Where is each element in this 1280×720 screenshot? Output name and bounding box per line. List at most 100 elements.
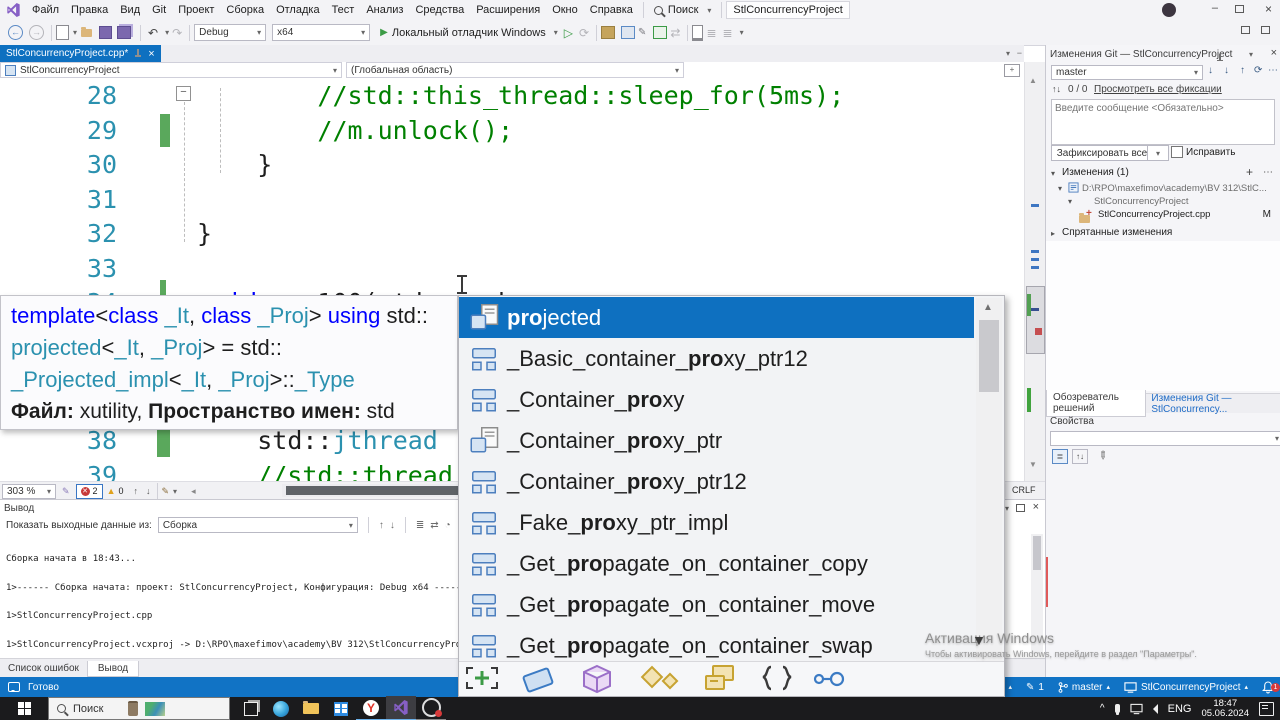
find-message-icon[interactable]: ↑ [379,520,384,531]
stage-all-icon[interactable]: + [1246,165,1253,179]
filter-icons[interactable] [459,662,879,695]
menu-file[interactable]: Файл [26,0,65,20]
network-icon[interactable] [1130,703,1143,715]
open-folder-icon[interactable] [81,26,93,37]
line-ending-indicator[interactable]: CRLF [1012,485,1036,495]
scrollbar-thumb[interactable] [979,320,999,392]
scroll-up-icon[interactable]: ▲ [983,302,993,313]
clock[interactable]: 18:47 05.06.2024 [1201,698,1249,719]
notifications-icon[interactable] [1261,26,1270,34]
close-tab-icon[interactable]: × [148,48,154,60]
find-next-icon[interactable]: ↓ [390,520,395,531]
taskbar-visual-studio[interactable] [386,696,416,720]
maximize-button[interactable] [1235,5,1244,13]
scroll-up-icon[interactable]: ▲ [1029,76,1037,85]
pin-icon[interactable] [1216,53,1224,63]
completion-item[interactable]: _Fake_proxy_ptr_impl [459,502,974,543]
menu-help[interactable]: Справка [584,0,639,20]
new-file-icon[interactable] [56,25,69,40]
menu-git[interactable]: Git [146,0,172,20]
volume-icon[interactable] [1152,703,1158,714]
navigate-back-button[interactable]: ← [8,25,23,40]
start-debugging-button[interactable]: ▶ Локальный отладчик Windows ▾ [380,27,558,39]
completion-item[interactable]: _Get_propagate_on_container_move [459,584,974,625]
commit-message-input[interactable] [1051,99,1275,145]
menu-build[interactable]: Сборка [220,0,270,20]
error-filter-button[interactable]: ✕ 2 [75,483,103,499]
undo-button[interactable]: ↶ [148,26,158,40]
chevron-down-icon[interactable]: ▾ [173,487,177,496]
step-over-icon[interactable]: ⇄ [670,26,680,40]
menu-project[interactable]: Проект [172,0,220,20]
close-button[interactable]: × [1265,2,1272,16]
task-view-button[interactable] [236,697,266,720]
more-actions-icon[interactable]: ⋯ [1268,65,1278,76]
expander-icon[interactable]: ▸ [1051,229,1055,238]
tab-output[interactable]: Вывод [86,660,140,677]
alphabetical-view-icon[interactable]: ↑↓ [1072,449,1088,464]
stash-section-header[interactable]: Спрятанные изменения [1062,227,1172,238]
minimize-button[interactable]: – [1212,2,1218,14]
taskbar-edge[interactable] [266,697,296,720]
commit-all-button[interactable]: Зафиксировать все [1051,145,1153,161]
menu-tools[interactable]: Средства [409,0,470,20]
scrollbar-thumb[interactable] [1026,286,1045,354]
completion-scrollbar[interactable]: ▲ [976,298,1002,661]
view-all-commits-link[interactable]: Просмотреть все фиксации [1094,84,1222,95]
redo-button[interactable]: ↷ [172,26,182,40]
completion-item[interactable]: _Container_proxy_ptr12 [459,461,974,502]
feedback-icon[interactable] [1241,26,1250,34]
hscroll-left-icon[interactable]: ◂ [191,486,196,497]
tab-overflow-icon[interactable]: ▾ [1006,49,1010,58]
commit-options-button[interactable]: ▾ [1147,145,1169,161]
push-icon[interactable]: ↑ [1240,65,1245,76]
changed-folder[interactable]: StlConcurrencyProject [1094,196,1189,207]
configuration-dropdown[interactable]: Debug ▾ [194,24,267,41]
menu-view[interactable]: Вид [114,0,146,20]
platform-dropdown[interactable]: x64 ▾ [272,24,371,41]
code-fix-icon[interactable]: ✎ [162,486,170,497]
clear-output-icon[interactable]: ◔ [445,520,451,531]
navigate-forward-button[interactable]: → [29,25,44,40]
start-without-debugging-button[interactable]: ▷ [564,26,573,40]
feedback-bubble-icon[interactable] [8,682,20,692]
expander-icon[interactable]: ▾ [1051,169,1055,178]
close-icon[interactable]: × [1271,47,1277,59]
property-pages-icon[interactable]: ✎ [1095,448,1111,463]
document-tab[interactable]: StlConcurrencyProject.cpp* × [0,45,161,62]
properties-object-dropdown[interactable]: ▾ [1050,431,1280,446]
output-source-dropdown[interactable]: Сборка ▾ [157,517,358,533]
pending-edits-button[interactable]: ✎ 1 [1026,682,1044,693]
branch-selector[interactable]: master ▴ [1058,681,1110,694]
taskbar-search-box[interactable]: Поиск [48,697,230,720]
more-results-icon[interactable]: ▼ [972,632,986,648]
fold-collapse-box[interactable]: − [176,86,191,101]
pull-icon[interactable]: ↓ [1224,65,1229,76]
repository-selector[interactable]: StlConcurrencyProject ▴ [1124,681,1248,694]
taskbar-store[interactable] [326,697,356,720]
bookmark-icon[interactable] [692,24,704,41]
search-box[interactable]: Поиск ▾ [648,0,718,20]
notifications-button[interactable]: 1 [1262,681,1280,694]
spell-check-icon[interactable]: ✎ [638,27,646,38]
expander-icon[interactable]: ▾ [1058,184,1062,193]
tab-options-icon[interactable]: − [1017,48,1022,58]
completion-item[interactable]: _Container_proxy [459,379,974,420]
completion-item[interactable]: _Get_propagate_on_container_copy [459,543,974,584]
maximize-panel-icon[interactable] [1016,504,1025,512]
avatar[interactable] [1162,3,1176,17]
nav-scope-dropdown[interactable]: (Глобальная область) ▾ [346,62,684,78]
touch-mode-icon[interactable]: ✎ [62,486,70,497]
start-button[interactable] [0,697,48,720]
amend-checkbox[interactable] [1171,146,1183,158]
repo-path[interactable]: D:\RPO\maxefimov\academy\BV 312\StlC... [1082,183,1267,194]
zoom-dropdown[interactable]: 303 % ▾ [2,483,56,499]
section-more-icon[interactable]: ⋯ [1263,167,1273,178]
expander-icon[interactable]: ▾ [1068,197,1072,206]
indent-icon[interactable]: ≣ [706,26,716,40]
pin-icon[interactable] [134,49,142,58]
branch-dropdown[interactable]: master ▾ [1051,65,1203,80]
action-center-icon[interactable] [1259,701,1274,716]
changes-section-header[interactable]: Изменения (1) [1062,167,1129,178]
completion-item[interactable]: _Container_proxy_ptr [459,420,974,461]
